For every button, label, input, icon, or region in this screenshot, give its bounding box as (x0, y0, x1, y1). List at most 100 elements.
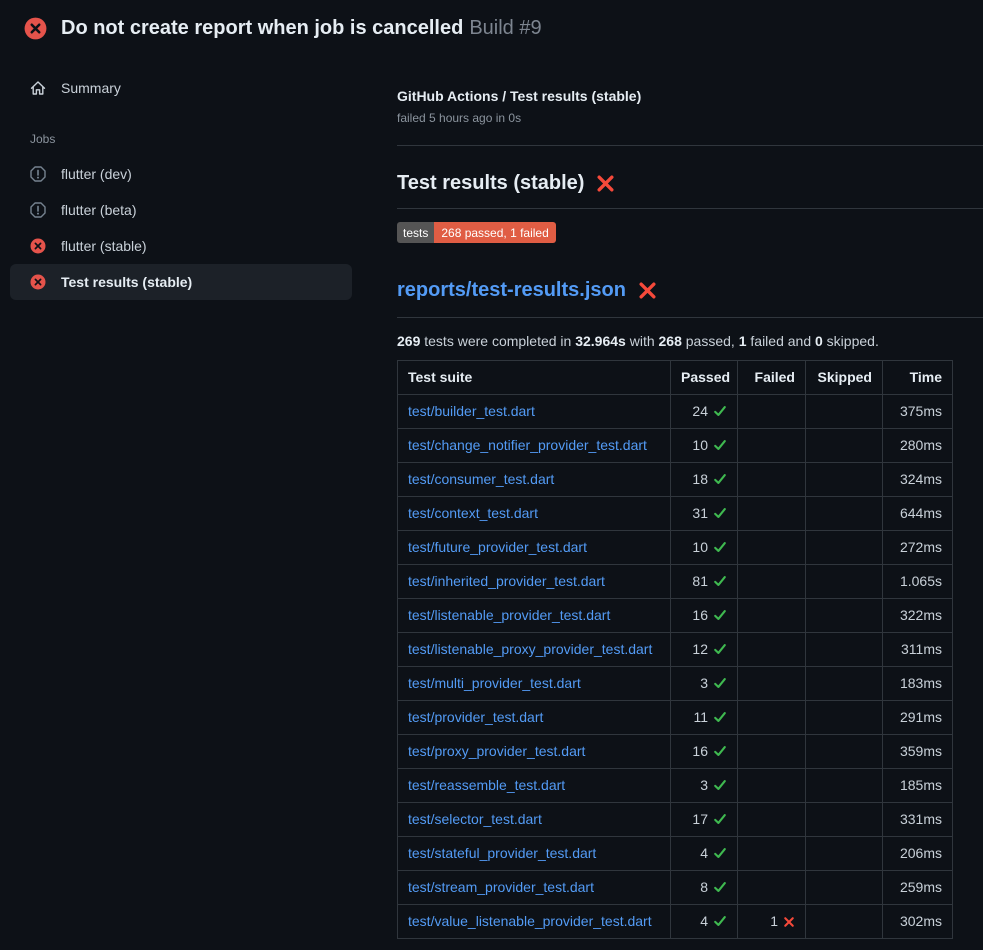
skipped-cell (806, 803, 883, 837)
sidebar-item-label: flutter (beta) (61, 202, 136, 218)
passed-cell: 4 (671, 905, 738, 939)
failed-cell (738, 463, 806, 497)
passed-cell: 11 (671, 701, 738, 735)
passed-cell: 17 (671, 803, 738, 837)
failed-cell (738, 599, 806, 633)
divider (397, 208, 983, 209)
suite-link[interactable]: test/reassemble_test.dart (408, 777, 565, 793)
col-passed: Passed (671, 361, 738, 395)
suite-link[interactable]: test/builder_test.dart (408, 403, 535, 419)
stop-icon (30, 166, 46, 182)
passed-cell: 8 (671, 871, 738, 905)
passed-cell: 16 (671, 735, 738, 769)
suite-cell: test/listenable_proxy_provider_test.dart (398, 633, 671, 667)
skipped-cell (806, 837, 883, 871)
check-icon (713, 846, 727, 860)
suite-cell: test/reassemble_test.dart (398, 769, 671, 803)
summary-line: 269 tests were completed in 32.964s with… (397, 333, 983, 349)
check-icon (713, 642, 727, 656)
failed-cell (738, 531, 806, 565)
failed-cell (738, 633, 806, 667)
divider (397, 317, 983, 318)
suite-cell: test/change_notifier_provider_test.dart (398, 429, 671, 463)
sidebar-item-summary[interactable]: Summary (10, 70, 352, 106)
table-row: test/change_notifier_provider_test.dart … (398, 429, 953, 463)
time-cell: 259ms (883, 871, 953, 905)
suite-link[interactable]: test/inherited_provider_test.dart (408, 573, 605, 589)
suite-link[interactable]: test/selector_test.dart (408, 811, 542, 827)
run-failed-icon (24, 17, 47, 40)
table-header-row: Test suite Passed Failed Skipped Time (398, 361, 953, 395)
time-cell: 302ms (883, 905, 953, 939)
check-icon (713, 812, 727, 826)
table-row: test/reassemble_test.dart 3 185ms (398, 769, 953, 803)
failed-cell (738, 701, 806, 735)
suite-link[interactable]: test/multi_provider_test.dart (408, 675, 581, 691)
suite-link[interactable]: test/value_listenable_provider_test.dart (408, 913, 652, 929)
suite-link[interactable]: test/future_provider_test.dart (408, 539, 587, 555)
duration: 32.964s (575, 333, 626, 349)
sidebar-item-job[interactable]: Test results (stable) (10, 264, 352, 300)
failed-cell (738, 735, 806, 769)
report-link[interactable]: reports/test-results.json (397, 279, 626, 302)
time-cell: 311ms (883, 633, 953, 667)
suite-link[interactable]: test/stream_provider_test.dart (408, 879, 594, 895)
suite-cell: test/consumer_test.dart (398, 463, 671, 497)
time-cell: 183ms (883, 667, 953, 701)
suite-cell: test/proxy_provider_test.dart (398, 735, 671, 769)
col-test-suite: Test suite (398, 361, 671, 395)
skipped-cell (806, 871, 883, 905)
suite-link[interactable]: test/stateful_provider_test.dart (408, 845, 596, 861)
suite-cell: test/listenable_provider_test.dart (398, 599, 671, 633)
sidebar-item-job[interactable]: flutter (dev) (10, 156, 352, 192)
table-row: test/context_test.dart 31 644ms (398, 497, 953, 531)
time-cell: 322ms (883, 599, 953, 633)
skipped-cell (806, 395, 883, 429)
table-row: test/consumer_test.dart 18 324ms (398, 463, 953, 497)
failed-cell (738, 667, 806, 701)
skipped-cell (806, 701, 883, 735)
failed-x-icon (638, 281, 657, 300)
time-cell: 291ms (883, 701, 953, 735)
suite-link[interactable]: test/proxy_provider_test.dart (408, 743, 585, 759)
passed-cell: 24 (671, 395, 738, 429)
failed-cell (738, 429, 806, 463)
time-cell: 324ms (883, 463, 953, 497)
failed-cell: 1 (738, 905, 806, 939)
time-cell: 280ms (883, 429, 953, 463)
col-time: Time (883, 361, 953, 395)
check-icon (713, 710, 727, 724)
time-cell: 375ms (883, 395, 953, 429)
failed-cell (738, 395, 806, 429)
total-count: 269 (397, 333, 420, 349)
home-icon (30, 80, 46, 96)
skipped-cell (806, 565, 883, 599)
passed-cell: 10 (671, 531, 738, 565)
build-number: Build #9 (469, 17, 541, 39)
passed-cell: 3 (671, 667, 738, 701)
section-title: Test results (stable) (397, 172, 983, 195)
skipped-cell (806, 429, 883, 463)
table-row: test/future_provider_test.dart 10 272ms (398, 531, 953, 565)
suite-link[interactable]: test/listenable_provider_test.dart (408, 607, 610, 623)
failed-cell (738, 769, 806, 803)
skipped-cell (806, 633, 883, 667)
check-icon (713, 540, 727, 554)
suite-link[interactable]: test/provider_test.dart (408, 709, 543, 725)
sidebar-item-job[interactable]: flutter (beta) (10, 192, 352, 228)
sidebar: Summary Jobs flutter (dev) flutter (beta… (0, 52, 397, 300)
table-row: test/builder_test.dart 24 375ms (398, 395, 953, 429)
suite-link[interactable]: test/consumer_test.dart (408, 471, 554, 487)
skipped-cell (806, 531, 883, 565)
time-cell: 359ms (883, 735, 953, 769)
failed-cell (738, 871, 806, 905)
suite-link[interactable]: test/change_notifier_provider_test.dart (408, 437, 647, 453)
failed-cell (738, 565, 806, 599)
suite-link[interactable]: test/context_test.dart (408, 505, 538, 521)
skipped-cell (806, 599, 883, 633)
suite-link[interactable]: test/listenable_proxy_provider_test.dart (408, 641, 652, 657)
sidebar-item-job[interactable]: flutter (stable) (10, 228, 352, 264)
time-cell: 644ms (883, 497, 953, 531)
table-row: test/proxy_provider_test.dart 16 359ms (398, 735, 953, 769)
check-icon (713, 404, 727, 418)
